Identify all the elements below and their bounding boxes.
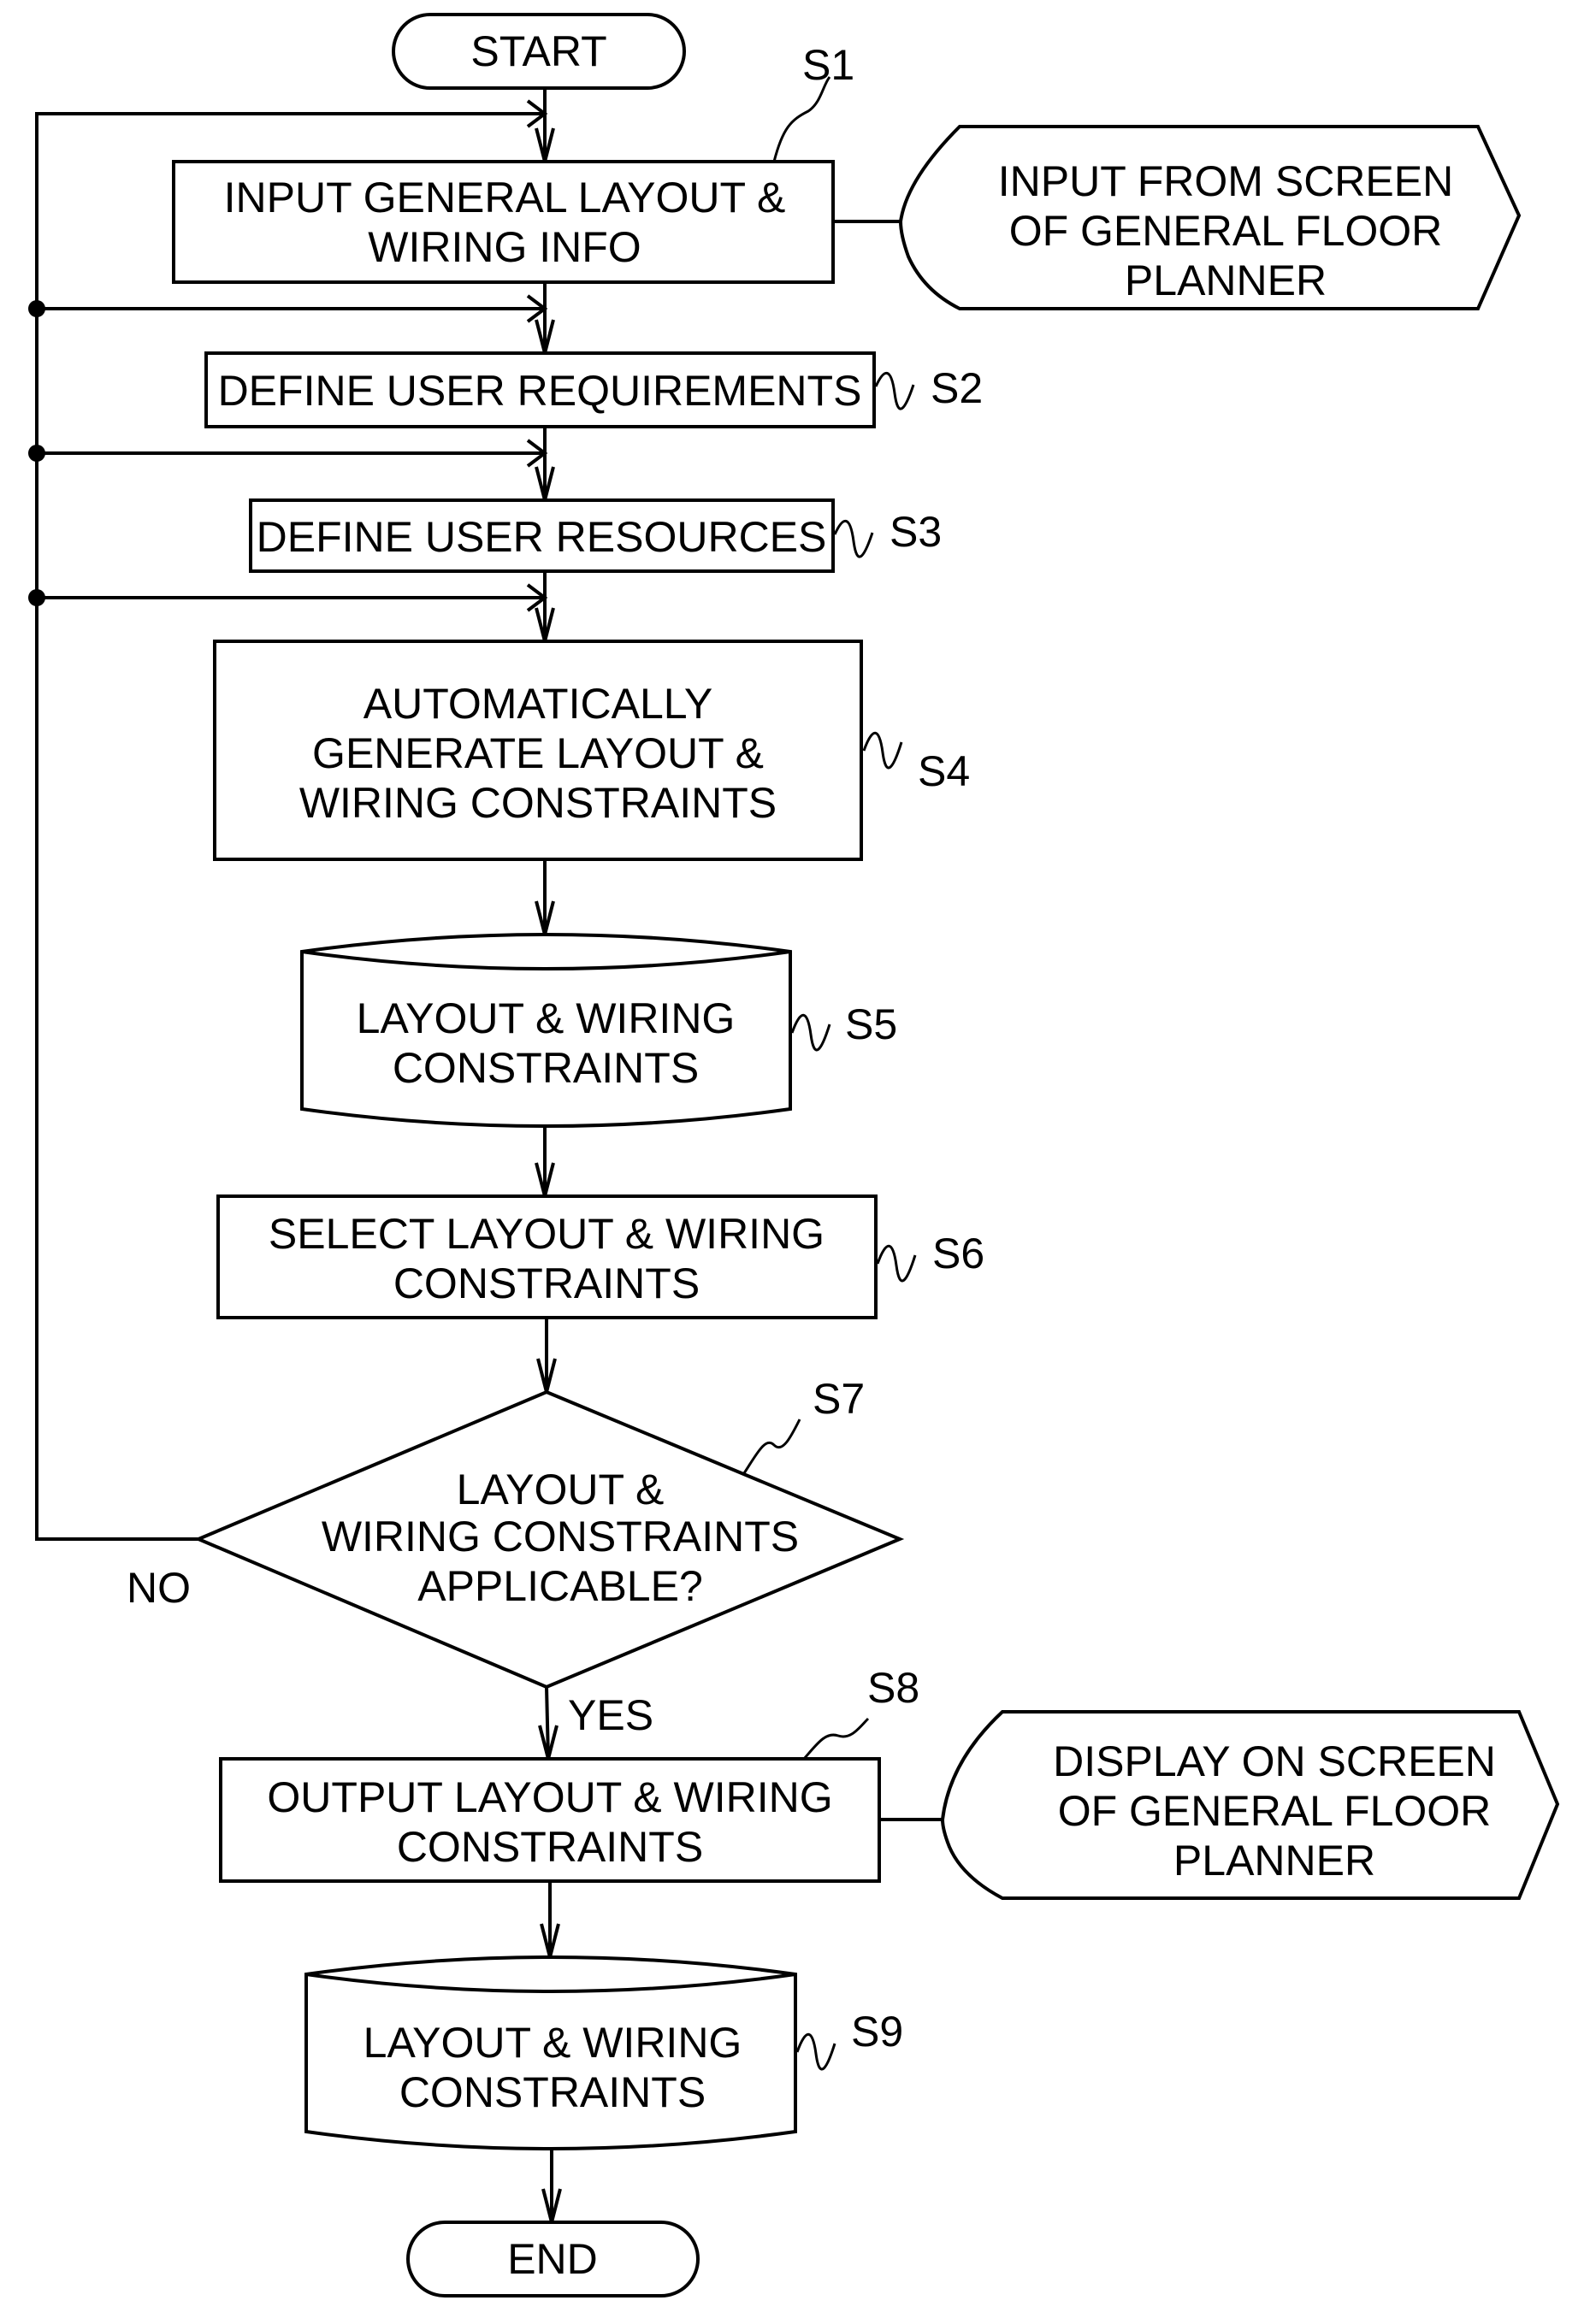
s9-text-line-1: LAYOUT & WIRING [364,2019,742,2067]
s8-leader [802,1717,870,1760]
step-s6: SELECT LAYOUT & WIRING CONSTRAINTS S6 [216,1194,984,1319]
decision-yes-label: YES [568,1691,653,1739]
start-terminal: START [392,13,686,90]
input-display-line-1: INPUT FROM SCREEN [998,157,1453,205]
s4-step-label: S4 [918,747,970,795]
s2-leader [874,372,915,410]
s6-text-line-2: CONSTRAINTS [393,1259,700,1307]
s3-step-label: S3 [890,508,942,556]
s7-leader [742,1419,801,1474]
s5-step-label: S5 [845,1000,897,1048]
end-label: END [507,2235,598,2283]
s8-text-line-1: OUTPUT LAYOUT & WIRING [267,1773,832,1821]
s5-leader [790,1013,831,1052]
s3-text: DEFINE USER RESOURCES [257,513,827,561]
s5-text-line-1: LAYOUT & WIRING [357,994,736,1042]
input-display-line-3: PLANNER [1125,257,1327,304]
s2-step-label: S2 [931,364,983,412]
output-display-line-2: OF GENERAL FLOOR [1058,1787,1492,1835]
s6-text-line-1: SELECT LAYOUT & WIRING [269,1210,825,1258]
input-display-line-2: OF GENERAL FLOOR [1009,207,1443,255]
s1-text-line-2: WIRING INFO [368,223,641,271]
end-terminal: END [406,2221,700,2297]
s7-text-line-1: LAYOUT & [457,1466,665,1513]
step-s4: AUTOMATICALLY GENERATE LAYOUT & WIRING C… [213,640,970,861]
flowchart: START INPUT GENERAL LAYOUT & WIRING INFO… [28,13,1560,2297]
input-display: INPUT FROM SCREEN OF GENERAL FLOOR PLANN… [898,125,1522,310]
s2-text: DEFINE USER REQUIREMENTS [218,367,862,415]
output-display-line-3: PLANNER [1173,1837,1375,1885]
output-display-line-1: DISPLAY ON SCREEN [1053,1737,1496,1785]
step-s3: DEFINE USER RESOURCES S3 [249,498,942,573]
start-label: START [470,27,606,75]
s7-text-line-2: WIRING CONSTRAINTS [322,1513,799,1560]
s1-leader [772,76,831,162]
junction-dot [28,300,45,317]
s6-leader [876,1244,917,1283]
junction-dot [28,445,45,462]
junction-dot [28,589,45,606]
s7-step-label: S7 [813,1375,865,1423]
s4-text-line-2: GENERATE LAYOUT & [312,729,764,777]
step-s2: DEFINE USER REQUIREMENTS S2 [204,351,983,428]
step-s7: LAYOUT & WIRING CONSTRAINTS APPLICABLE? … [127,1375,905,1739]
decision-no-label: NO [127,1564,191,1612]
s1-text-line-1: INPUT GENERAL LAYOUT & [224,174,786,221]
s9-text-line-2: CONSTRAINTS [399,2068,706,2116]
s8-text-line-2: CONSTRAINTS [397,1823,703,1871]
s9-leader [795,2032,836,2071]
s9-step-label: S9 [851,2008,903,2056]
output-display: DISPLAY ON SCREEN OF GENERAL FLOOR PLANN… [940,1710,1560,1900]
s4-text-line-3: WIRING CONSTRAINTS [299,779,777,827]
s5-text-line-2: CONSTRAINTS [393,1044,699,1092]
s4-text-line-1: AUTOMATICALLY [364,680,712,728]
s8-step-label: S8 [867,1664,919,1712]
s6-step-label: S6 [932,1230,984,1277]
s1-step-label: S1 [802,41,854,89]
s3-leader [833,520,874,558]
s7-text-line-3: APPLICABLE? [417,1562,703,1610]
s4-leader [862,731,903,770]
step-s9: LAYOUT & WIRING CONSTRAINTS S9 [304,1955,903,2150]
step-s5: LAYOUT & WIRING CONSTRAINTS S5 [300,933,897,1128]
